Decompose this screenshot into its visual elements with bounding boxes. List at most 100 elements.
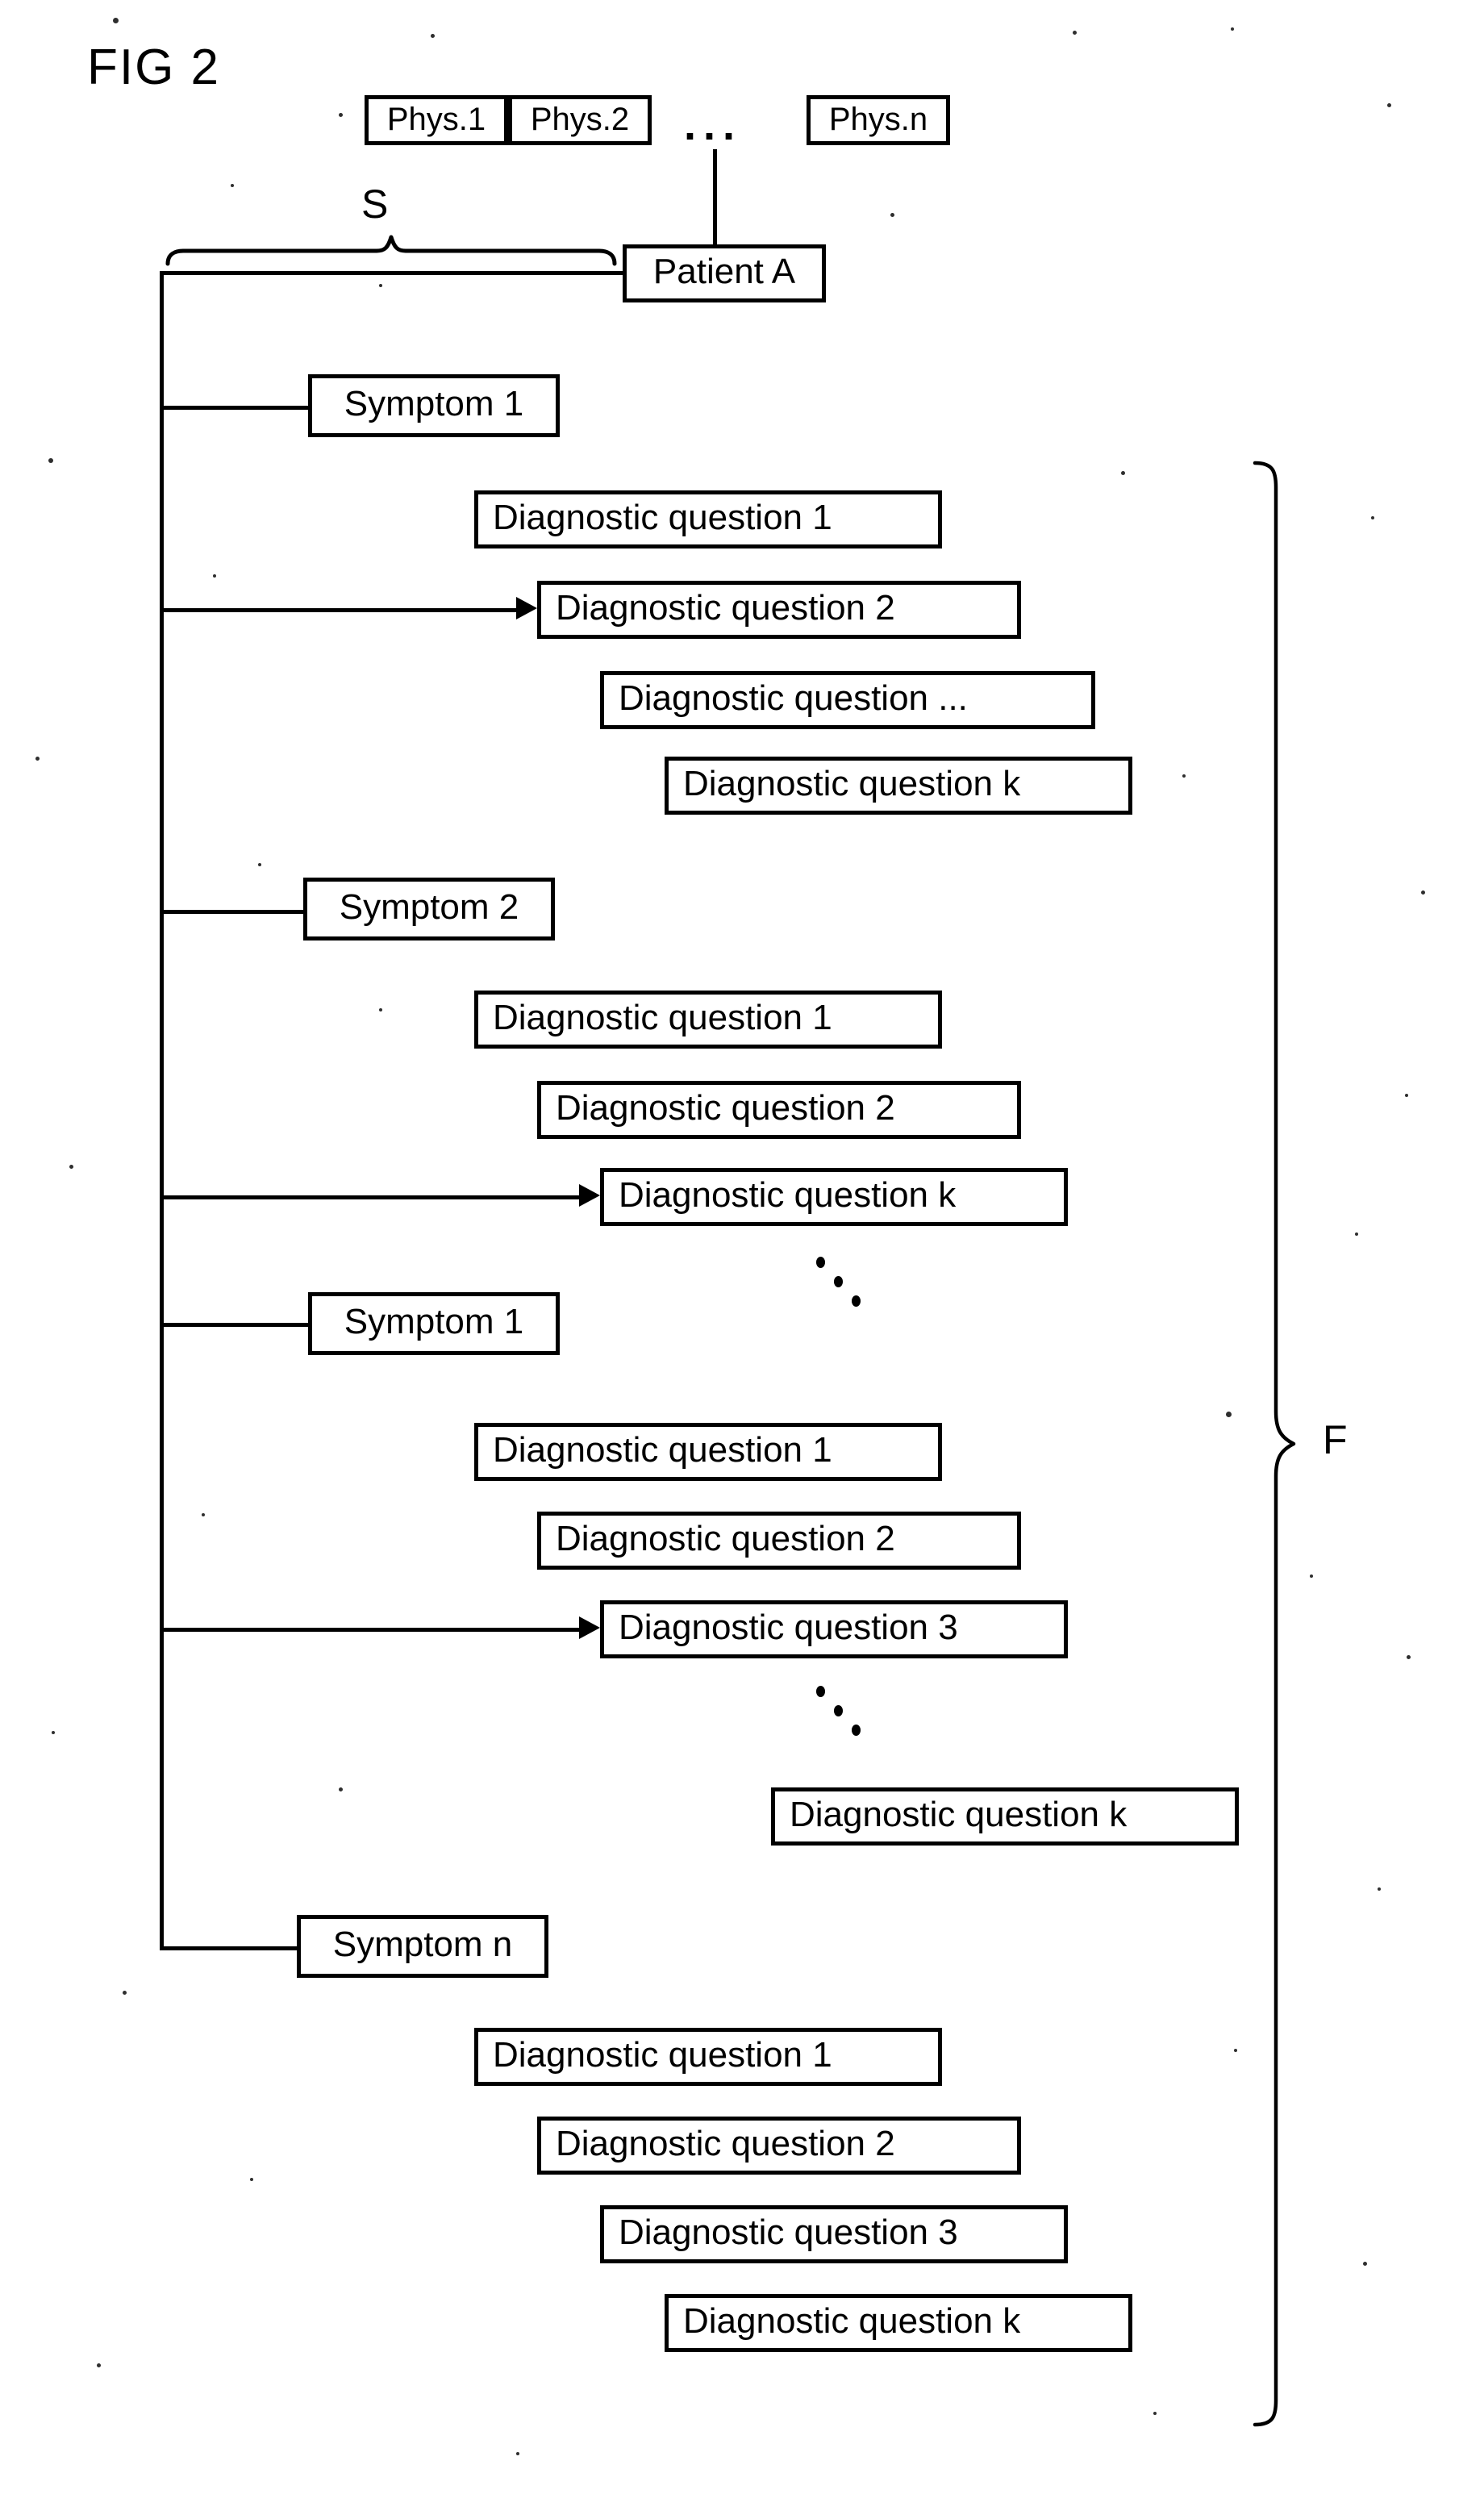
scan-speck (258, 863, 261, 866)
physician-box-1: Phys.1 (365, 95, 508, 145)
question-label: Diagnostic question 3 (619, 1608, 958, 1647)
scan-speck (35, 757, 40, 761)
scan-speck (431, 34, 435, 38)
spine-to-symptom-connector (160, 406, 313, 410)
scan-speck (1182, 774, 1186, 778)
question-box-g3-q3: Diagnostic question 3 (600, 1600, 1068, 1658)
scan-speck (1378, 1887, 1381, 1891)
patient-label: Patient A (652, 252, 796, 291)
scan-speck (890, 213, 894, 217)
symptom-box-4: Symptom n (297, 1915, 548, 1978)
scan-speck (113, 18, 119, 23)
scan-speck (516, 2452, 519, 2455)
symptom-label: Symptom n (332, 1925, 513, 1964)
symptom-box-3: Symptom 1 (308, 1292, 560, 1355)
scan-speck (202, 1513, 205, 1516)
scan-speck (1121, 471, 1125, 475)
question-box-g2-q1: Diagnostic question 1 (474, 991, 942, 1049)
brace-label-f: F (1323, 1417, 1348, 1462)
scan-speck (48, 458, 53, 463)
spine-to-symptom-connector (160, 1323, 313, 1327)
question-label: Diagnostic question 2 (556, 588, 895, 628)
scan-speck (1421, 890, 1425, 895)
scan-speck (339, 1787, 343, 1791)
question-box-g2-q2: Diagnostic question 2 (537, 1081, 1021, 1139)
question-label: Diagnostic question k (683, 764, 1021, 803)
question-box-g3-q2: Diagnostic question 2 (537, 1512, 1021, 1570)
arrow-head-icon-g1 (516, 597, 537, 619)
scan-speck (379, 284, 382, 287)
forms-brace (1253, 461, 1296, 2427)
scan-speck (1355, 1232, 1358, 1236)
scan-speck (1231, 27, 1234, 31)
scan-speck (69, 1165, 73, 1169)
question-label: Diagnostic question 1 (493, 498, 832, 537)
question-label: Diagnostic question 1 (493, 1430, 832, 1470)
scan-speck (1407, 1655, 1411, 1659)
scan-speck (1371, 516, 1374, 519)
physician-label: Phys.2 (530, 101, 630, 137)
group-ellipsis-icon-1 (816, 1257, 873, 1313)
question-box-g4-q4: Diagnostic question k (665, 2294, 1132, 2352)
question-box-g4-q3: Diagnostic question 3 (600, 2205, 1068, 2263)
question-box-g4-q1: Diagnostic question 1 (474, 2028, 942, 2086)
symptom-box-1: Symptom 1 (308, 374, 560, 437)
physician-label: Phys.n (828, 101, 928, 137)
question-box-g4-q2: Diagnostic question 2 (537, 2117, 1021, 2175)
question-label: Diagnostic question 2 (556, 1088, 895, 1128)
physicians-ellipsis-icon: ... (684, 101, 743, 149)
arrow-shaft-g1 (160, 608, 523, 612)
symptom-label: Symptom 2 (339, 887, 519, 927)
physician-to-patient-connector (713, 149, 717, 254)
scan-speck (339, 113, 343, 117)
patent-figure-fig2: FIG 2 Phys.1 Phys.2 ... Phys.n S Patient… (0, 0, 1484, 2515)
scan-speck (213, 574, 216, 578)
patient-box: Patient A (623, 244, 826, 302)
scan-speck (1153, 2412, 1157, 2415)
question-box-g1-q2: Diagnostic question 2 (537, 581, 1021, 639)
physician-box-2: Phys.2 (508, 95, 652, 145)
question-label: Diagnostic question 2 (556, 1519, 895, 1558)
arrow-head-icon-g3 (579, 1616, 600, 1639)
scan-speck (123, 1991, 127, 1995)
spine-to-patient-connector (160, 271, 626, 275)
figure-title: FIG 2 (87, 40, 221, 95)
scan-speck (250, 2178, 253, 2181)
question-box-g3-qk: Diagnostic question k (771, 1787, 1239, 1846)
question-label: Diagnostic question ... (619, 678, 968, 718)
scan-speck (1363, 2262, 1367, 2266)
scan-speck (1234, 2049, 1237, 2052)
scan-speck (1405, 1094, 1408, 1097)
question-box-g3-q1: Diagnostic question 1 (474, 1423, 942, 1481)
question-label: Diagnostic question k (683, 2301, 1021, 2341)
brace-label-s: S (361, 181, 389, 227)
scan-speck (52, 1731, 55, 1734)
question-label: Diagnostic question 3 (619, 2213, 958, 2252)
arrow-head-icon-g2 (579, 1184, 600, 1207)
main-vertical-spine (160, 271, 164, 1950)
question-label: Diagnostic question 2 (556, 2124, 895, 2163)
scan-speck (231, 184, 234, 187)
arrow-shaft-g2 (160, 1195, 586, 1199)
question-label: Diagnostic question k (619, 1175, 957, 1215)
question-label: Diagnostic question k (790, 1795, 1128, 1834)
scan-speck (379, 1008, 382, 1011)
spine-to-symptom-connector (160, 910, 313, 914)
question-label: Diagnostic question 1 (493, 998, 832, 1037)
scan-speck (1073, 31, 1077, 35)
symptom-label: Symptom 1 (344, 384, 524, 423)
question-box-g2-q3: Diagnostic question k (600, 1168, 1068, 1226)
arrow-shaft-g3 (160, 1628, 586, 1632)
symptom-box-2: Symptom 2 (303, 878, 555, 941)
symptom-label: Symptom 1 (344, 1302, 524, 1341)
scan-speck (1387, 103, 1391, 107)
question-box-g1-q1: Diagnostic question 1 (474, 490, 942, 548)
question-label: Diagnostic question 1 (493, 2035, 832, 2075)
scan-speck (97, 2363, 101, 2367)
sources-brace (165, 235, 617, 266)
spine-to-symptom-connector (160, 1946, 313, 1950)
group-ellipsis-icon-2 (816, 1686, 873, 1742)
question-box-g1-q4: Diagnostic question k (665, 757, 1132, 815)
scan-speck (1226, 1412, 1232, 1417)
question-box-g1-q3: Diagnostic question ... (600, 671, 1095, 729)
